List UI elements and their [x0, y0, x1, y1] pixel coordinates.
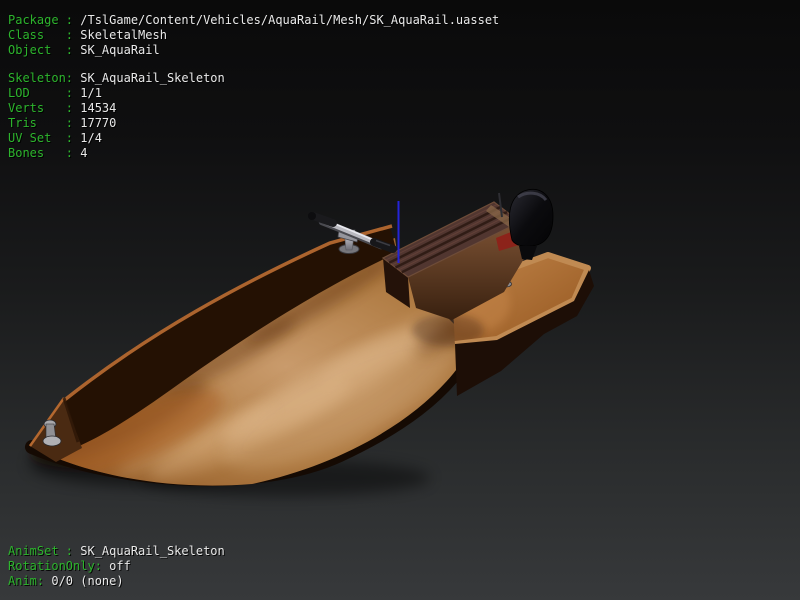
animset-label: AnimSet : [8, 544, 80, 558]
info-line-tris: Tris : 17770 [8, 116, 225, 131]
motor-body [509, 189, 553, 246]
object-info-panel: Package : /TslGame/Content/Vehicles/Aqua… [8, 13, 499, 58]
info-line-anim: Anim: 0/0 (none) [8, 574, 225, 589]
info-line-object: Object : SK_AquaRail [8, 43, 499, 58]
mesh-info-panel: Skeleton: SK_AquaRail_Skeleton LOD : 1/1… [8, 71, 225, 161]
object-label: Object : [8, 43, 80, 57]
info-line-animset: AnimSet : SK_AquaRail_Skeleton [8, 544, 225, 559]
verts-label: Verts : [8, 101, 80, 115]
cleat-base [43, 436, 61, 446]
animset-value: SK_AquaRail_Skeleton [80, 544, 225, 558]
rotationonly-value: off [109, 559, 131, 573]
info-line-class: Class : SkeletalMesh [8, 28, 499, 43]
uvset-label: UV Set : [8, 131, 80, 145]
info-line-uvset: UV Set : 1/4 [8, 131, 225, 146]
left-grip-end [308, 212, 316, 220]
anim-value: 0/0 (none) [51, 574, 123, 588]
class-value: SkeletalMesh [80, 28, 167, 42]
package-value: /TslGame/Content/Vehicles/AquaRail/Mesh/… [80, 13, 499, 27]
uvset-value: 1/4 [80, 131, 102, 145]
info-line-verts: Verts : 14534 [8, 101, 225, 116]
lod-label: LOD : [8, 86, 80, 100]
info-line-bones: Bones : 4 [8, 146, 225, 161]
package-label: Package : [8, 13, 80, 27]
anim-info-panel: AnimSet : SK_AquaRail_Skeleton RotationO… [8, 544, 225, 589]
info-line-rotationonly: RotationOnly: off [8, 559, 225, 574]
class-label: Class : [8, 28, 80, 42]
info-line-skeleton: Skeleton: SK_AquaRail_Skeleton [8, 71, 225, 86]
left-grip [313, 216, 333, 223]
anim-label: Anim: [8, 574, 51, 588]
bones-value: 4 [80, 146, 87, 160]
tris-label: Tris : [8, 116, 80, 130]
skeleton-value: SK_AquaRail_Skeleton [80, 71, 225, 85]
object-value: SK_AquaRail [80, 43, 159, 57]
bones-label: Bones : [8, 146, 80, 160]
tris-value: 17770 [80, 116, 116, 130]
info-line-package: Package : /TslGame/Content/Vehicles/Aqua… [8, 13, 499, 28]
lod-value: 1/1 [80, 86, 102, 100]
rotationonly-label: RotationOnly: [8, 559, 109, 573]
verts-value: 14534 [80, 101, 116, 115]
skeleton-label: Skeleton: [8, 71, 80, 85]
info-line-lod: LOD : 1/1 [8, 86, 225, 101]
model-viewport[interactable]: Package : /TslGame/Content/Vehicles/Aqua… [0, 0, 800, 600]
